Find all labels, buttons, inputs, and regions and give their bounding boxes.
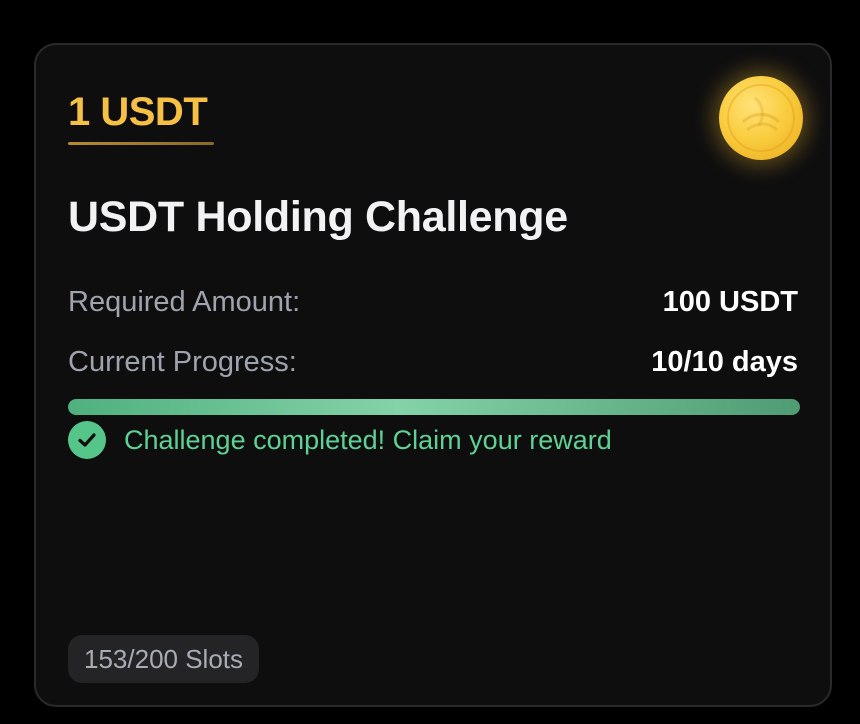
challenge-card[interactable]: 1 USDT USDT Holding Challenge Required A…	[34, 43, 832, 707]
current-progress-value: 10/10 days	[651, 346, 798, 378]
reward-amount: 1 USDT	[68, 90, 208, 134]
check-circle-icon	[68, 421, 106, 459]
reward-underline	[68, 142, 214, 145]
challenge-title: USDT Holding Challenge	[68, 193, 568, 241]
gold-coin-icon	[719, 76, 803, 160]
progress-bar	[68, 399, 800, 415]
progress-bar-fill	[68, 399, 800, 415]
completion-status: Challenge completed! Claim your reward	[68, 421, 612, 459]
slots-badge: 153/200 Slots	[68, 635, 260, 683]
required-amount-value: 100 USDT	[662, 286, 798, 318]
required-amount-label: Required Amount:	[68, 286, 301, 318]
current-progress-label: Current Progress:	[68, 346, 297, 378]
completion-status-text: Challenge completed! Claim your reward	[124, 424, 612, 455]
